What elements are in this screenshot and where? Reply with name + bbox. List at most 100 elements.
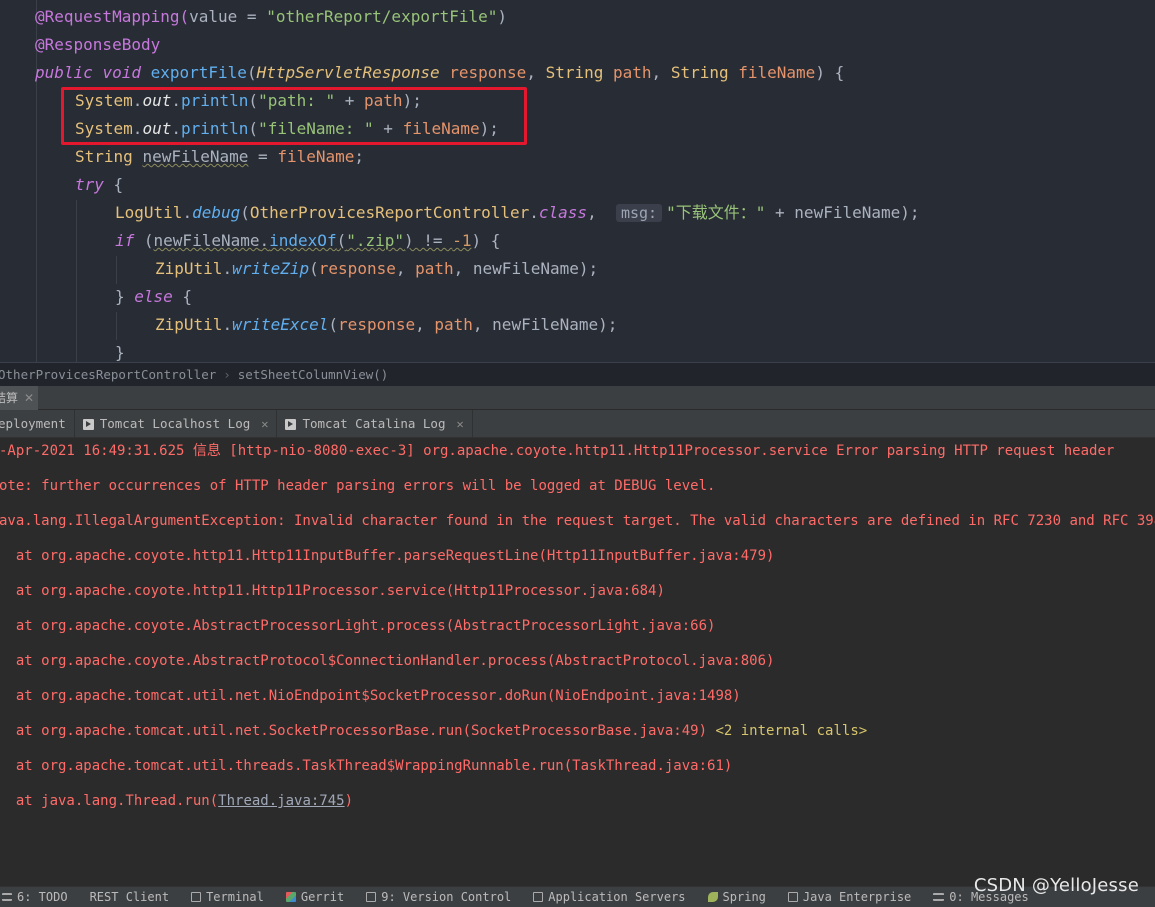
run-config-tab[interactable]: 结算 ✕ xyxy=(0,386,39,410)
code-token: exportFile xyxy=(150,63,247,82)
tool-window-button[interactable]: REST Client xyxy=(90,890,169,904)
tool-window-button-label: 6: TODO xyxy=(17,890,68,904)
code-token: . xyxy=(182,203,193,222)
code-token: = xyxy=(248,147,278,166)
code-token: try xyxy=(75,175,104,194)
console-line-text: at org.apache.tomcat.util.net.NioEndpoin… xyxy=(0,688,741,704)
code-token: path xyxy=(434,315,473,334)
close-icon[interactable]: ✕ xyxy=(456,410,463,438)
breadcrumb-method[interactable]: setSheetColumnView() xyxy=(238,363,389,386)
code-line: } else { xyxy=(115,283,192,311)
log-tab[interactable]: Tomcat Catalina Log ✕ xyxy=(277,410,473,438)
code-token: ( xyxy=(336,231,347,250)
code-token: ); xyxy=(598,315,618,334)
tool-window-button[interactable]: 6: TODO xyxy=(2,890,68,904)
code-token: indexOf xyxy=(269,231,337,250)
console-line: -Apr-2021 16:49:31.625 信息 [http-nio-8080… xyxy=(0,441,1114,461)
code-token: value xyxy=(189,7,238,26)
console-line-text: at org.apache.coyote.AbstractProtocol$Co… xyxy=(0,653,775,669)
tool-window-button[interactable]: Spring xyxy=(707,890,766,904)
run-config-tab-label: 结算 xyxy=(0,391,19,405)
console-line: at org.apache.coyote.http11.Http11Proces… xyxy=(0,581,665,601)
console-line: at org.apache.coyote.AbstractProtocol$Co… xyxy=(0,651,775,671)
watermark: CSDN @YelloJesse xyxy=(973,875,1139,896)
highlight-annotation-box xyxy=(61,87,527,145)
close-icon[interactable]: ✕ xyxy=(261,410,268,438)
tool-window-button-label: Spring xyxy=(722,890,766,904)
code-token: else xyxy=(134,287,173,306)
log-tab-label: Tomcat Catalina Log xyxy=(302,416,446,431)
tool-window-button[interactable]: 9: Version Control xyxy=(366,890,511,904)
code-line: String newFileName = fileName; xyxy=(75,143,364,171)
code-line: if (newFileName.indexOf(".zip") != -1) { xyxy=(115,227,500,255)
breadcrumb: OtherProvicesReportController › setSheetCo… xyxy=(0,362,1155,386)
code-token: { xyxy=(172,287,193,306)
parameter-hint: msg: xyxy=(615,204,663,222)
code-token: LogUtil xyxy=(115,203,183,222)
console-line: ote: further occurrences of HTTP header … xyxy=(0,476,715,496)
code-token: , xyxy=(587,203,616,222)
internal-calls-fold[interactable]: <2 internal calls> xyxy=(715,723,867,739)
code-token: ZipUtil xyxy=(155,259,223,278)
console-line-text: ote: further occurrences of HTTP header … xyxy=(0,478,716,494)
code-token: ) { xyxy=(471,231,501,250)
code-token: if xyxy=(115,231,135,250)
tool-window-button[interactable]: Terminal xyxy=(191,890,264,904)
code-token: OtherProvicesReportController xyxy=(249,203,530,222)
tool-window-button[interactable]: Java Enterprise xyxy=(787,890,911,904)
tool-window-button[interactable]: Application Servers xyxy=(533,890,686,904)
code-token: , xyxy=(472,315,493,334)
code-line: try { xyxy=(75,171,123,199)
console-line-text: at org.apache.coyote.http11.Http11Proces… xyxy=(0,583,665,599)
close-icon[interactable]: ✕ xyxy=(24,386,34,410)
spring-icon xyxy=(707,892,718,902)
code-token: ( xyxy=(246,63,257,82)
code-token: writeZip xyxy=(232,259,310,278)
tool-window-button[interactable]: Gerrit xyxy=(285,890,344,904)
code-token: response xyxy=(318,259,396,278)
console-line-text: ava.lang.IllegalArgumentException: Inval… xyxy=(0,513,1155,529)
code-token: ); xyxy=(900,203,920,222)
code-token: HttpServletResponse xyxy=(256,63,440,82)
log-tab[interactable]: eployment xyxy=(0,410,75,438)
log-tab-label: eployment xyxy=(0,416,66,431)
code-editor[interactable]: @RequestMapping(value = "otherReport/exp… xyxy=(0,0,1155,362)
code-token: debug xyxy=(192,203,241,222)
code-token: 下载文件： xyxy=(675,203,756,222)
code-token: void xyxy=(102,63,151,82)
messages-icon xyxy=(933,893,945,901)
code-token: ( xyxy=(240,203,250,222)
code-token: newFileName xyxy=(153,231,260,250)
console-line: at org.apache.coyote.AbstractProcessorLi… xyxy=(0,616,716,636)
code-line: @ResponseBody xyxy=(35,31,160,59)
console-line: at org.apache.tomcat.util.net.NioEndpoin… xyxy=(0,686,741,706)
code-token: class xyxy=(538,203,588,222)
console-line-text: at org.apache.tomcat.util.net.SocketProc… xyxy=(0,723,716,739)
code-token: @ResponseBody xyxy=(35,35,161,54)
java-enterprise-icon xyxy=(787,892,798,902)
tool-window-button-label: 9: Version Control xyxy=(381,890,512,904)
console-line: at org.apache.coyote.http11.Http11InputB… xyxy=(0,546,775,566)
code-token: -1 xyxy=(452,231,472,250)
log-tab[interactable]: Tomcat Localhost Log ✕ xyxy=(75,410,278,438)
code-token: ) != xyxy=(404,231,453,250)
source-link[interactable]: Thread.java:745 xyxy=(218,793,344,809)
run-tool-window-header: 结算 ✕ xyxy=(0,386,1155,410)
code-token: ( xyxy=(328,315,339,334)
console-line: at org.apache.tomcat.util.threads.TaskTh… xyxy=(0,756,732,776)
code-token: , xyxy=(453,259,473,278)
breadcrumb-class[interactable]: OtherProvicesReportController xyxy=(0,363,216,386)
code-token: ); xyxy=(578,259,599,278)
code-token: ZipUtil xyxy=(155,315,223,334)
indent-guide xyxy=(76,200,77,362)
code-line: @RequestMapping(value = "otherReport/exp… xyxy=(35,3,507,31)
console-line: at org.apache.tomcat.util.net.SocketProc… xyxy=(0,721,867,741)
console-output[interactable]: -Apr-2021 16:49:31.625 信息 [http-nio-8080… xyxy=(0,438,1155,886)
code-token: ( xyxy=(134,231,154,250)
code-token: newFileName xyxy=(142,147,249,166)
code-token: path xyxy=(613,63,652,82)
code-line: } xyxy=(115,339,125,362)
code-token: , xyxy=(526,63,546,82)
log-tab-bar: eployment Tomcat Localhost Log ✕ Tomcat Cat… xyxy=(0,410,1155,438)
